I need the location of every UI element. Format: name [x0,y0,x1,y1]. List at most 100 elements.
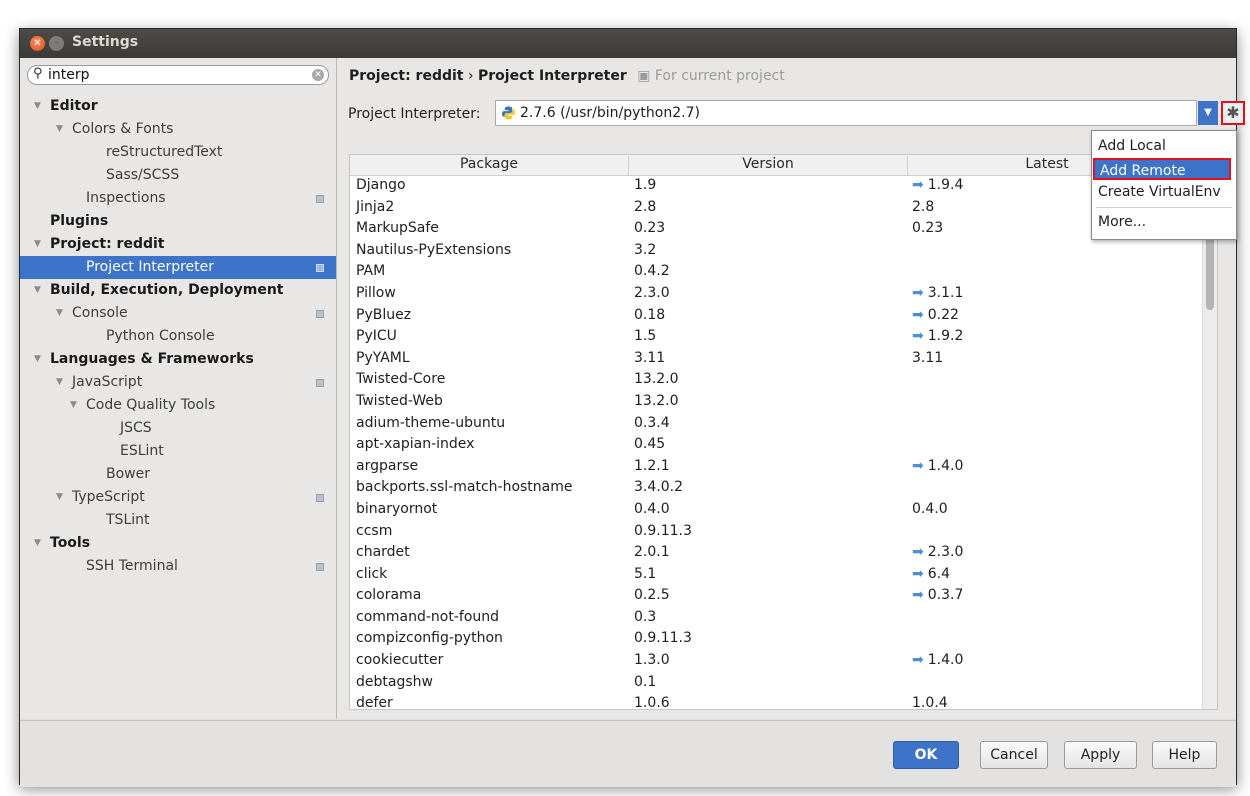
table-row[interactable]: cookiecutter 1.3.0 ➡ 1.4.0 [350,650,1186,672]
help-button[interactable]: Help [1152,741,1217,769]
tree-item[interactable]: ▼ JavaScript [20,371,336,394]
table-row[interactable]: Nautilus-PyExtensions 3.2 [350,240,1186,262]
tree-item[interactable]: ▼ Languages & Frameworks [20,348,336,371]
tree-item[interactable]: reStructuredText [20,141,336,164]
menu-item-create-virtualenv[interactable]: Create VirtualEnv [1098,181,1230,203]
expand-arrow-icon[interactable]: ▼ [56,302,63,325]
tree-item-label: Code Quality Tools [86,397,216,413]
table-row[interactable]: backports.ssl-match-hostname 3.4.0.2 [350,477,1186,499]
package-latest: ➡ 1.9.2 [912,328,963,344]
package-latest: ➡ 0.22 [912,307,959,323]
tree-item[interactable]: ▼ Editor [20,95,336,118]
close-window-button[interactable]: ✕ [30,36,45,51]
table-row[interactable]: debtagshw 0.1 [350,672,1186,694]
gear-icon[interactable]: ✱ [1221,101,1245,125]
table-row[interactable]: Jinja2 2.8 2.8 [350,197,1186,219]
tree-item[interactable]: ▼ Tools [20,532,336,555]
table-row[interactable]: click 5.1 ➡ 6.4 [350,564,1186,586]
tree-item[interactable]: ▼ Project: reddit [20,233,336,256]
package-version: 2.8 [634,198,657,215]
table-row[interactable]: Twisted-Web 13.2.0 [350,391,1186,413]
upgrade-arrow-icon: ➡ [912,565,924,582]
expand-arrow-icon[interactable]: ▼ [56,486,63,509]
table-row[interactable]: Twisted-Core 13.2.0 [350,369,1186,391]
latest-version: 0.4.0 [912,500,948,517]
tree-item[interactable]: ▼ Code Quality Tools [20,394,336,417]
package-version: 1.5 [634,328,657,345]
expand-arrow-icon[interactable]: ▼ [70,394,77,417]
upgrade-arrow-icon: ➡ [912,284,924,301]
package-version: 1.9 [634,177,657,193]
table-row[interactable]: Pillow 2.3.0 ➡ 3.1.1 [350,283,1186,305]
expand-arrow-icon[interactable]: ▼ [34,348,41,371]
expand-arrow-icon[interactable]: ▼ [34,233,41,256]
tree-item[interactable]: Inspections [20,187,336,210]
expand-arrow-icon[interactable]: ▼ [56,118,63,141]
scope-label: ▣ For current project [637,68,785,84]
settings-dialog: ✕ – Settings ⚲ interp ✕ ▼ Editor ▼ Colors &… [19,28,1245,787]
table-row[interactable]: adium-theme-ubuntu 0.3.4 [350,413,1186,435]
table-row[interactable]: PyYAML 3.11 3.11 [350,348,1186,370]
column-header-version[interactable]: Version [629,156,908,175]
table-row[interactable]: chardet 2.0.1 ➡ 2.3.0 [350,542,1186,564]
package-name: backports.ssl-match-hostname [356,479,573,496]
dialog-footer: OK Cancel Apply Help [20,720,1236,787]
table-row[interactable]: ccsm 0.9.11.3 [350,521,1186,543]
package-latest: ➡ 1.4.0 [912,652,963,668]
table-row[interactable]: argparse 1.2.1 ➡ 1.4.0 [350,456,1186,478]
menu-item-add-local[interactable]: Add Local [1098,135,1230,157]
tree-item[interactable]: JSCS [20,417,336,440]
chevron-down-icon[interactable]: ▼ [1198,101,1218,125]
tree-item[interactable]: ▼ Build, Execution, Deployment [20,279,336,302]
ok-button[interactable]: OK [893,741,959,769]
tree-item[interactable]: ▼ Console [20,302,336,325]
expand-arrow-icon[interactable]: ▼ [34,279,41,302]
tree-item[interactable]: TSLint [20,509,336,532]
table-row[interactable]: binaryornot 0.4.0 0.4.0 [350,499,1186,521]
table-row[interactable]: Django 1.9 ➡ 1.9.4 [350,175,1186,197]
interpreter-select[interactable]: 2.7.6 (/usr/bin/python2.7) [495,100,1197,126]
tree-item-label: reStructuredText [106,144,223,160]
tree-item[interactable]: Sass/SCSS [20,164,336,187]
expand-arrow-icon[interactable]: ▼ [34,95,41,118]
cancel-button[interactable]: Cancel [980,741,1048,769]
package-latest: ➡ 3.1.1 [912,285,963,301]
latest-version: 0.23 [912,220,944,237]
latest-version: 3.11 [912,349,944,366]
package-latest: 1.0.4 [912,695,948,709]
latest-version: 2.3.0 [927,544,964,561]
tree-item[interactable]: Project Interpreter [20,256,336,279]
expand-arrow-icon[interactable]: ▼ [56,371,63,394]
table-row[interactable]: PyICU 1.5 ➡ 1.9.2 [350,326,1186,348]
tree-item[interactable]: SSH Terminal [20,555,336,578]
table-row[interactable]: MarkupSafe 0.23 0.23 [350,218,1186,240]
tree-item[interactable]: Python Console [20,325,336,348]
clear-icon[interactable]: ✕ [312,69,324,81]
table-row[interactable]: command-not-found 0.3 [350,607,1186,629]
table-row[interactable]: PyBluez 0.18 ➡ 0.22 [350,305,1186,327]
menu-item-more[interactable]: More... [1098,211,1230,233]
tree-item[interactable]: Plugins [20,210,336,233]
table-row[interactable]: compizconfig-python 0.9.11.3 [350,628,1186,650]
tree-item-label: SSH Terminal [86,558,178,574]
table-row[interactable]: apt-xapian-index 0.45 [350,434,1186,456]
breadcrumb: Project: reddit › Project Interpreter ▣ … [349,68,785,84]
tree-item-label: Build, Execution, Deployment [50,282,284,298]
minimize-window-button[interactable]: – [49,36,64,51]
table-row[interactable]: colorama 0.2.5 ➡ 0.3.7 [350,585,1186,607]
table-row[interactable]: defer 1.0.6 1.0.4 [350,693,1186,709]
table-row[interactable]: PAM 0.4.2 [350,261,1186,283]
breadcrumb-project[interactable]: Project: reddit [349,68,463,84]
apply-button[interactable]: Apply [1064,741,1137,769]
tree-item-label: Plugins [50,213,109,229]
menu-item-add-remote[interactable]: Add Remote [1093,158,1231,180]
tree-item[interactable]: Bower [20,463,336,486]
package-version: 1.2.1 [634,457,670,474]
tree-item[interactable]: ▼ Colors & Fonts [20,118,336,141]
packages-table: Package Version Latest Django 1.9 ➡ 1.9.4 Ji… [349,154,1218,710]
column-header-package[interactable]: Package [350,156,629,175]
tree-item[interactable]: ▼ TypeScript [20,486,336,509]
search-input[interactable]: ⚲ interp ✕ [27,65,329,85]
tree-item[interactable]: ESLint [20,440,336,463]
expand-arrow-icon[interactable]: ▼ [34,532,41,555]
